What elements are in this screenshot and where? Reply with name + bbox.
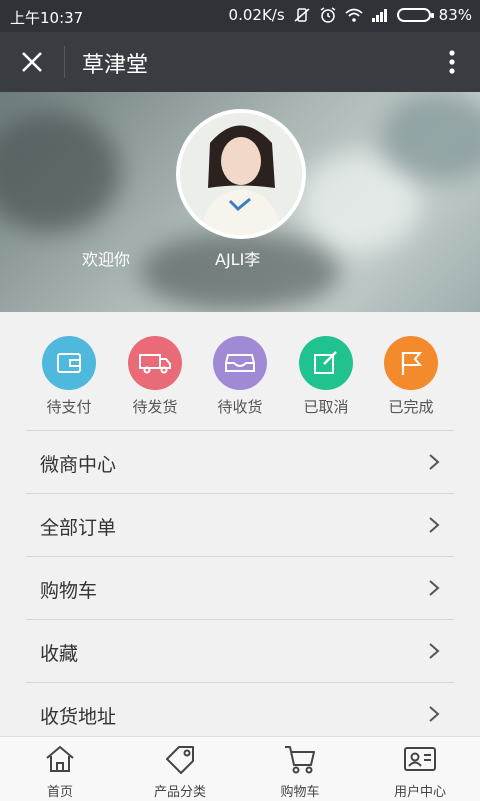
order-icon-circle (299, 336, 353, 390)
app-header: 草津堂 (0, 32, 480, 92)
menu-item-label: 购物车 (40, 580, 98, 602)
status-right: 0.02K/s 83% (229, 6, 472, 24)
nav-cart[interactable]: 购物车 (240, 743, 360, 800)
alarm-icon (320, 7, 336, 23)
user-card-icon (404, 747, 436, 771)
menu-item-label: 全部订单 (40, 517, 117, 539)
avatar-photo (180, 113, 302, 235)
menu-item-wechat-business-center[interactable]: 微商中心 (26, 430, 454, 493)
bottom-navigation: 首页 产品分类 购物车 用户中心 (0, 736, 480, 801)
chevron-right-icon (429, 454, 440, 470)
background-blur (140, 232, 340, 312)
home-icon (46, 745, 74, 772)
nav-home[interactable]: 首页 (0, 743, 120, 800)
tag-icon (166, 746, 194, 774)
menu-item-label: 收货地址 (40, 706, 117, 728)
header-divider (64, 46, 65, 78)
nav-label: 购物车 (280, 785, 320, 800)
chevron-right-icon (429, 580, 440, 596)
edit-icon (314, 351, 337, 374)
menu-item-all-orders[interactable]: 全部订单 (26, 493, 454, 556)
cart-icon (285, 746, 315, 774)
avatar[interactable] (176, 109, 306, 239)
username: AJLI李 (215, 250, 261, 269)
order-status-pending-shipment[interactable]: 待发货 (115, 336, 195, 417)
page-title: 草津堂 (82, 53, 149, 78)
chevron-right-icon (429, 517, 440, 533)
order-icon-circle (213, 336, 267, 390)
order-label: 待收货 (217, 398, 263, 416)
nav-label: 用户中心 (393, 785, 446, 800)
network-speed: 0.02K/s (228, 6, 285, 24)
order-status-pending-receipt[interactable]: 待收货 (200, 336, 280, 417)
order-status-cancelled[interactable]: 已取消 (286, 336, 366, 417)
inbox-icon (225, 354, 255, 372)
order-label: 待支付 (46, 398, 92, 416)
chevron-right-icon (429, 643, 440, 659)
order-status-pending-payment[interactable]: 待支付 (29, 336, 109, 417)
nav-categories[interactable]: 产品分类 (120, 743, 240, 800)
wifi-icon (345, 8, 363, 22)
wallet-icon (57, 353, 81, 373)
order-icon-circle (128, 336, 182, 390)
menu-item-label: 微商中心 (40, 454, 117, 476)
order-label: 待发货 (132, 398, 178, 416)
vibrate-off-icon (294, 8, 310, 22)
flag-icon (401, 352, 423, 375)
more-vertical-icon[interactable] (442, 46, 462, 78)
menu-item-cart[interactable]: 购物车 (26, 556, 454, 619)
close-icon[interactable] (18, 48, 46, 76)
background-blur (0, 112, 120, 232)
nav-user-center[interactable]: 用户中心 (360, 743, 480, 800)
menu-item-favorites[interactable]: 收藏 (26, 619, 454, 682)
battery-icon (396, 8, 434, 22)
menu-item-label: 收藏 (40, 643, 79, 665)
status-bar: 上午10:37 0.02K/s 83% (0, 0, 480, 32)
menu-list: 微商中心 全部订单 购物车 收藏 收货地址 (26, 430, 454, 745)
status-time: 上午10:37 (10, 9, 84, 27)
battery-percent: 83% (438, 6, 472, 24)
order-status-completed[interactable]: 已完成 (371, 336, 451, 417)
welcome-text: 欢迎你 (82, 250, 131, 269)
nav-label: 首页 (46, 785, 73, 800)
profile-banner: 欢迎你 AJLI李 (0, 92, 480, 312)
signal-icon (371, 9, 387, 22)
order-icon-circle (42, 336, 96, 390)
order-icon-circle (384, 336, 438, 390)
nav-label: 产品分类 (153, 785, 206, 800)
order-label: 已取消 (303, 398, 349, 416)
truck-icon (139, 354, 171, 374)
order-label: 已完成 (388, 398, 434, 416)
chevron-right-icon (429, 706, 440, 722)
order-status-bar: 待支付 待发货 待收货 已取消 已完成 (0, 312, 480, 430)
